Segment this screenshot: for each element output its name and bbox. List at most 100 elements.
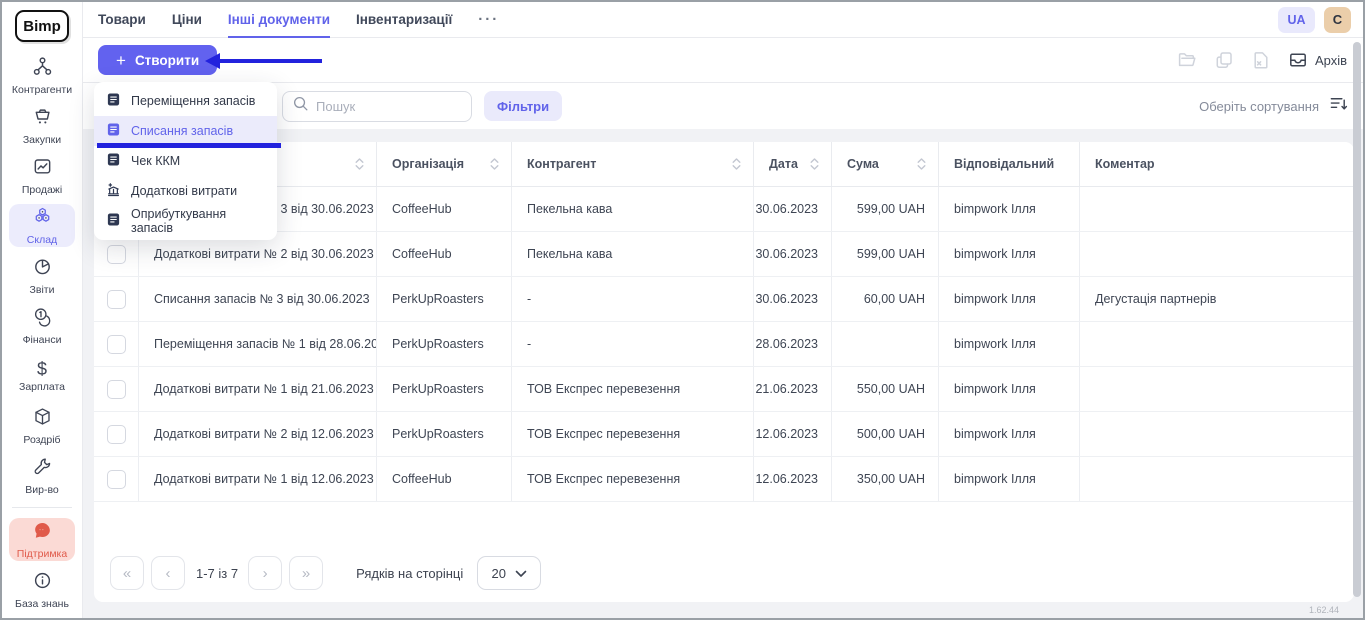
menu-item-stock-transfer[interactable]: Переміщення запасів bbox=[94, 86, 277, 116]
column-header-contractor[interactable]: Контрагент bbox=[512, 142, 754, 186]
cell-name: Додаткові витрати № 2 від 12.06.2023 bbox=[139, 412, 377, 456]
tab-tsiny[interactable]: Ціни bbox=[172, 2, 202, 38]
last-page-button[interactable]: » bbox=[289, 556, 323, 590]
table-row[interactable]: Додаткові витрати № 2 від 12.06.2023 Per… bbox=[94, 412, 1354, 457]
sidebar-item-label: Зарплата bbox=[19, 381, 65, 393]
tab-tovary[interactable]: Товари bbox=[98, 2, 146, 38]
app-logo[interactable]: Bimp bbox=[15, 10, 69, 42]
sidebar-item-label: Звіти bbox=[30, 284, 55, 296]
sidebar-item-warehouse[interactable]: Склад bbox=[9, 204, 75, 247]
cell-organization: PerkUpRoasters bbox=[377, 367, 512, 411]
sidebar-item-purchases[interactable]: Закупки bbox=[9, 104, 75, 147]
cell-sum: 350,00 UAH bbox=[832, 457, 939, 501]
sidebar-item-contractors[interactable]: Контрагенти bbox=[9, 54, 75, 97]
document-icon bbox=[106, 212, 121, 230]
app-viewport: Bimp Контрагенти Закупки Продажі Склад З… bbox=[2, 2, 1363, 618]
search-icon bbox=[292, 95, 309, 117]
open-folder-icon[interactable] bbox=[1177, 50, 1197, 70]
more-tabs-icon[interactable]: ··· bbox=[478, 11, 499, 28]
filters-button[interactable]: Фільтри bbox=[484, 91, 562, 121]
sidebar-item-label: Роздріб bbox=[23, 434, 60, 446]
table-row[interactable]: Переміщення запасів № 1 від 28.06.2023 P… bbox=[94, 322, 1354, 367]
action-bar: + Створити Архів bbox=[83, 38, 1363, 83]
rows-per-page-select[interactable]: 20 bbox=[477, 556, 541, 590]
cell-responsible: bimpwork Ілля bbox=[939, 277, 1080, 321]
column-header-sum[interactable]: Сума bbox=[832, 142, 939, 186]
contractors-icon bbox=[32, 56, 53, 82]
column-header-comment: Коментар bbox=[1080, 142, 1354, 186]
purchases-icon bbox=[32, 106, 53, 132]
sidebar-item-support[interactable]: Підтримка bbox=[9, 518, 75, 561]
row-checkbox[interactable] bbox=[107, 380, 126, 399]
rows-per-page-label: Рядків на сторінці bbox=[356, 566, 463, 581]
production-icon bbox=[32, 456, 53, 482]
cell-comment bbox=[1080, 187, 1354, 231]
sidebar-item-sales[interactable]: Продажі bbox=[9, 154, 75, 197]
cell-comment bbox=[1080, 232, 1354, 276]
next-page-button[interactable]: › bbox=[248, 556, 282, 590]
sidebar-item-reports[interactable]: Звіти bbox=[9, 254, 75, 297]
support-icon bbox=[32, 520, 53, 546]
column-header-organization[interactable]: Організація bbox=[377, 142, 512, 186]
search-input[interactable] bbox=[316, 99, 462, 114]
cell-date: 28.06.2023 bbox=[754, 322, 832, 366]
create-button[interactable]: + Створити bbox=[98, 45, 217, 75]
row-checkbox[interactable] bbox=[107, 290, 126, 309]
sidebar-item-production[interactable]: Вир-во bbox=[9, 454, 75, 497]
sort-control[interactable]: Оберіть сортування bbox=[1199, 94, 1363, 118]
remove-file-icon[interactable] bbox=[1251, 50, 1271, 70]
retail-icon bbox=[32, 406, 53, 432]
cell-responsible: bimpwork Ілля bbox=[939, 322, 1080, 366]
cell-name: Додаткові витрати № 1 від 12.06.2023 bbox=[139, 457, 377, 501]
table-row[interactable]: Додаткові витрати № 1 від 12.06.2023 Cof… bbox=[94, 457, 1354, 502]
row-checkbox[interactable] bbox=[107, 245, 126, 264]
tab-inshi-dokumenty[interactable]: Інші документи bbox=[228, 2, 330, 38]
reports-icon bbox=[32, 256, 53, 282]
sidebar-item-label: Вир-во bbox=[25, 484, 59, 496]
cell-comment: Дегустація партнерів bbox=[1080, 277, 1354, 321]
row-checkbox[interactable] bbox=[107, 425, 126, 444]
table-row[interactable]: Додаткові витрати № 2 від 30.06.2023 Cof… bbox=[94, 232, 1354, 277]
menu-item-stock-receipt[interactable]: Оприбуткування запасів bbox=[94, 206, 277, 236]
menu-item-label: Переміщення запасів bbox=[131, 94, 255, 108]
first-page-button[interactable]: « bbox=[110, 556, 144, 590]
cell-organization: CoffeeHub bbox=[377, 187, 512, 231]
prev-page-button[interactable]: ‹ bbox=[151, 556, 185, 590]
tab-inventaryzatsii[interactable]: Інвентаризації bbox=[356, 2, 452, 38]
archive-button[interactable]: Архів bbox=[1288, 50, 1347, 70]
menu-item-additional-expenses[interactable]: Додаткові витрати bbox=[94, 176, 277, 206]
search-box bbox=[282, 91, 472, 122]
menu-item-kkm-receipt[interactable]: Чек ККМ bbox=[94, 146, 277, 176]
sort-desc-icon bbox=[1329, 94, 1348, 118]
finances-icon bbox=[32, 306, 53, 332]
cell-contractor: ТОВ Експрес перевезення bbox=[512, 367, 754, 411]
cell-date: 12.06.2023 bbox=[754, 412, 832, 456]
menu-item-label: Оприбуткування запасів bbox=[131, 207, 265, 235]
table-row[interactable]: Додаткові витрати № 1 від 21.06.2023 Per… bbox=[94, 367, 1354, 412]
row-checkbox[interactable] bbox=[107, 335, 126, 354]
table-row[interactable]: Списання запасів № 3 від 30.06.2023 Perk… bbox=[94, 277, 1354, 322]
sidebar-item-finances[interactable]: Фінанси bbox=[9, 304, 75, 347]
sort-carets-icon bbox=[808, 156, 821, 172]
sidebar-item-salary[interactable]: $ Зарплата bbox=[9, 354, 75, 397]
sidebar-item-knowledge[interactable]: База знань bbox=[9, 568, 75, 611]
topbar: Товари Ціни Інші документи Інвентаризаці… bbox=[83, 2, 1363, 38]
row-checkbox[interactable] bbox=[107, 470, 126, 489]
cell-sum bbox=[832, 322, 939, 366]
cell-sum: 599,00 UAH bbox=[832, 232, 939, 276]
column-header-responsible: Відповідальний bbox=[939, 142, 1080, 186]
table-row[interactable]: Додаткові витрати № 3 від 30.06.2023 Cof… bbox=[94, 187, 1354, 232]
sidebar-item-retail[interactable]: Роздріб bbox=[9, 404, 75, 447]
scrollbar-thumb[interactable] bbox=[1353, 42, 1361, 597]
column-header-date[interactable]: Дата bbox=[754, 142, 832, 186]
menu-item-stock-writeoff[interactable]: Списання запасів bbox=[94, 116, 277, 146]
avatar[interactable]: C bbox=[1324, 7, 1351, 33]
cell-name: Додаткові витрати № 1 від 21.06.2023 bbox=[139, 367, 377, 411]
sidebar-item-label: Склад bbox=[27, 234, 57, 246]
copy-icon[interactable] bbox=[1214, 50, 1234, 70]
language-badge[interactable]: UA bbox=[1278, 7, 1315, 33]
menu-item-label: Списання запасів bbox=[131, 124, 233, 138]
sidebar-item-label: Підтримка bbox=[17, 548, 67, 560]
sort-carets-icon bbox=[915, 156, 928, 172]
plus-icon: + bbox=[116, 52, 126, 69]
